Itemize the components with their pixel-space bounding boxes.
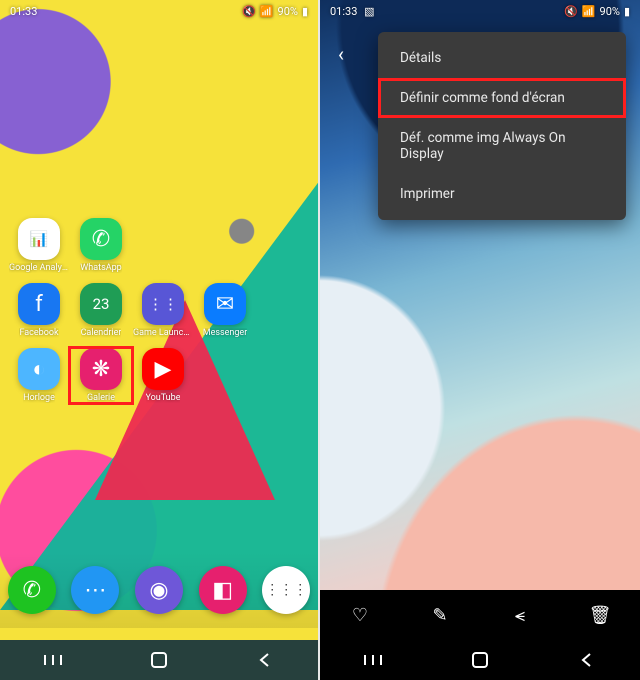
youtube-icon: ▶ (142, 348, 184, 390)
share-button[interactable]: ⪪ (500, 595, 540, 635)
nav-bar (320, 640, 640, 680)
app-label: Messenger (203, 328, 248, 338)
context-menu: DétailsDéfinir comme fond d'écranDéf. co… (378, 32, 626, 220)
favorite-button[interactable]: ♡ (340, 595, 380, 635)
google-analytics-icon: 📊 (18, 218, 60, 260)
status-battery-pct: 90% (600, 5, 620, 18)
facebook-icon: f (18, 283, 60, 325)
menu-item-aod[interactable]: Déf. comme img Always On Display (378, 118, 626, 174)
app-label: Google Analytics (9, 263, 69, 273)
status-bar: 01:33 ▧ 🔇 📶 90% ▮ (320, 0, 640, 22)
dock-phone-button[interactable]: ✆ (8, 566, 56, 614)
battery-icon: ▮ (624, 5, 630, 18)
status-time: 01:33 (10, 5, 37, 18)
signal-icon: 📶 (260, 5, 274, 18)
signal-icon: 📶 (582, 5, 596, 18)
app-label: Horloge (23, 393, 55, 403)
dock-camera-button[interactable]: ◧ (199, 566, 247, 614)
back-button[interactable] (572, 645, 602, 675)
dock: ✆ ⋯ ◉ ◧ ⋮⋮⋮ (0, 552, 318, 628)
app-label: Facebook (19, 328, 58, 338)
app-youtube[interactable]: ▶ YouTube (132, 348, 194, 403)
delete-button[interactable]: 🗑 (580, 595, 620, 635)
home-button[interactable] (465, 645, 495, 675)
screenshot-icon: ▧ (364, 5, 374, 18)
game-launcher-icon: ⋮⋮ (142, 283, 184, 325)
recents-button[interactable] (358, 645, 388, 675)
status-time: 01:33 (330, 5, 357, 18)
phone-gallery-menu: 01:33 ▧ 🔇 📶 90% ▮ ‹ DétailsDéfinir comme… (320, 0, 640, 680)
menu-item-details[interactable]: Détails (378, 38, 626, 78)
trash-icon: 🗑 (589, 605, 612, 626)
app-whatsapp[interactable]: ✆ WhatsApp (70, 218, 132, 273)
app-game-launcher[interactable]: ⋮⋮ Game Launcher (132, 283, 194, 338)
app-facebook[interactable]: f Facebook (8, 283, 70, 338)
back-button[interactable] (250, 645, 280, 675)
dock-messages-button[interactable]: ⋯ (71, 566, 119, 614)
whatsapp-icon: ✆ (80, 218, 122, 260)
horloge-icon: ◐ (18, 348, 60, 390)
pencil-icon: ✎ (432, 605, 447, 626)
home-button[interactable] (144, 645, 174, 675)
back-chevron-icon[interactable]: ‹ (338, 42, 344, 66)
app-google-analytics[interactable]: 📊 Google Analytics (8, 218, 70, 273)
battery-icon: ▮ (302, 5, 308, 18)
calendrier-icon: 23 (80, 283, 122, 325)
app-horloge[interactable]: ◐ Horloge (8, 348, 70, 403)
app-area: 📊 Google Analytics ✆ WhatsApp f Facebook 23 Ca… (0, 218, 318, 403)
menu-item-wallpaper[interactable]: Définir comme fond d'écran (378, 78, 626, 118)
app-calendrier[interactable]: 23 Calendrier (70, 283, 132, 338)
app-galerie[interactable]: ❋ Galerie (70, 348, 132, 403)
app-label: Calendrier (81, 328, 122, 338)
status-battery-pct: 90% (278, 5, 298, 18)
recents-button[interactable] (38, 645, 68, 675)
messenger-icon: ✉ (204, 283, 246, 325)
dock-browser-button[interactable]: ◉ (135, 566, 183, 614)
mute-icon: 🔇 (564, 5, 578, 18)
nav-bar (0, 640, 318, 680)
menu-item-print[interactable]: Imprimer (378, 174, 626, 214)
bottom-toolbar: ♡ ✎ ⪪ 🗑 (320, 590, 640, 640)
app-label: WhatsApp (80, 263, 121, 273)
app-messenger[interactable]: ✉ Messenger (194, 283, 256, 338)
app-label: Game Launcher (133, 328, 193, 338)
phone-home-screen: 01:33 🔇 📶 90% ▮ 📊 Google Analytics ✆ WhatsA… (0, 0, 320, 680)
status-bar: 01:33 🔇 📶 90% ▮ (0, 0, 318, 22)
galerie-icon: ❋ (80, 348, 122, 390)
mute-icon: 🔇 (242, 5, 256, 18)
app-label: YouTube (146, 393, 181, 403)
edit-button[interactable]: ✎ (420, 595, 460, 635)
app-label: Galerie (87, 393, 115, 403)
heart-icon: ♡ (352, 605, 368, 626)
dock-apps-button[interactable]: ⋮⋮⋮ (262, 566, 310, 614)
share-icon: ⪪ (515, 605, 525, 626)
